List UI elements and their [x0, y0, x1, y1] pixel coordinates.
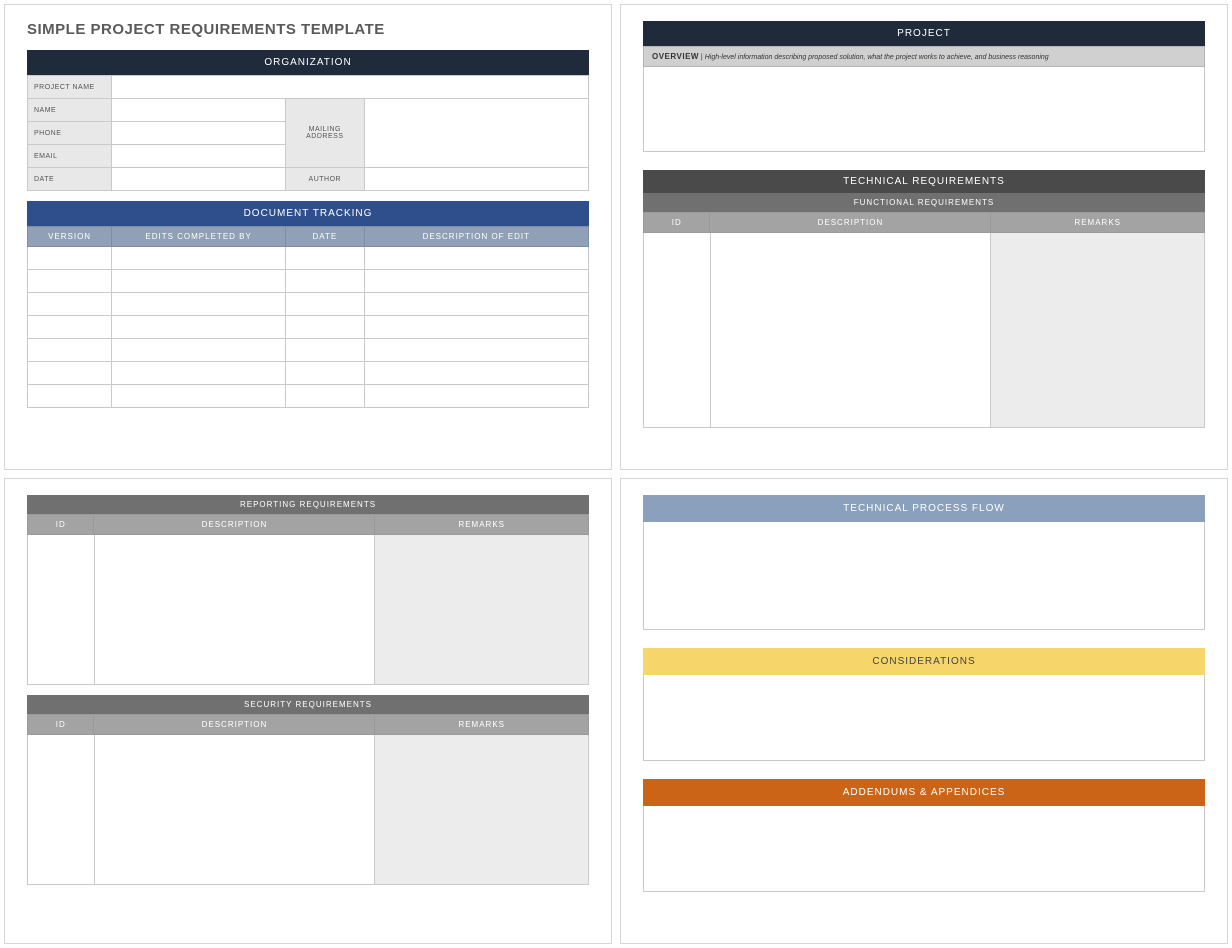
- panel-flow-considerations: TECHNICAL PROCESS FLOW CONSIDERATIONS AD…: [620, 478, 1228, 944]
- col-desc: DESCRIPTION: [94, 514, 375, 535]
- page-title: SIMPLE PROJECT REQUIREMENTS TEMPLATE: [27, 21, 589, 38]
- reporting-columns: ID DESCRIPTION REMARKS: [27, 514, 589, 535]
- tech-req-header: TECHNICAL REQUIREMENTS: [643, 170, 1205, 193]
- input-name[interactable]: [112, 99, 286, 122]
- considerations-body[interactable]: [643, 675, 1205, 761]
- label-mailing-address: MAILING ADDRESS: [286, 99, 365, 168]
- panel-project: PROJECT OVERVIEW | High-level informatio…: [620, 4, 1228, 470]
- input-author[interactable]: [364, 168, 588, 191]
- func-req-header: FUNCTIONAL REQUIREMENTS: [643, 193, 1205, 212]
- col-desc: DESCRIPTION: [710, 212, 991, 233]
- organization-header: ORGANIZATION: [27, 50, 589, 75]
- table-row[interactable]: [28, 316, 589, 339]
- addendums-body[interactable]: [643, 806, 1205, 892]
- addendums-header: ADDENDUMS & APPENDICES: [643, 779, 1205, 806]
- overview-label: OVERVIEW: [652, 52, 699, 61]
- security-body[interactable]: [27, 735, 589, 885]
- reporting-header: REPORTING REQUIREMENTS: [27, 495, 589, 514]
- table-row[interactable]: [28, 270, 589, 293]
- table-row[interactable]: [28, 247, 589, 270]
- flow-body[interactable]: [643, 522, 1205, 630]
- input-phone[interactable]: [112, 122, 286, 145]
- input-date[interactable]: [112, 168, 286, 191]
- flow-header: TECHNICAL PROCESS FLOW: [643, 495, 1205, 522]
- col-date: DATE: [286, 227, 365, 247]
- table-row[interactable]: [28, 385, 589, 408]
- col-edits-by: EDITS COMPLETED BY: [112, 227, 286, 247]
- label-date: DATE: [28, 168, 112, 191]
- panel-organization: SIMPLE PROJECT REQUIREMENTS TEMPLATE ORG…: [4, 4, 612, 470]
- req-columns: ID DESCRIPTION REMARKS: [643, 212, 1205, 233]
- input-mailing-address[interactable]: [364, 99, 588, 168]
- security-columns: ID DESCRIPTION REMARKS: [27, 714, 589, 735]
- reporting-body[interactable]: [27, 535, 589, 685]
- col-id: ID: [27, 514, 94, 535]
- panel-reporting-security: REPORTING REQUIREMENTS ID DESCRIPTION RE…: [4, 478, 612, 944]
- col-remarks: REMARKS: [375, 714, 589, 735]
- col-id: ID: [27, 714, 94, 735]
- col-desc: DESCRIPTION: [94, 714, 375, 735]
- label-author: AUTHOR: [286, 168, 365, 191]
- organization-table: PROJECT NAME NAME MAILING ADDRESS PHONE …: [27, 75, 589, 191]
- input-email[interactable]: [112, 145, 286, 168]
- project-header: PROJECT: [643, 21, 1205, 46]
- label-project-name: PROJECT NAME: [28, 76, 112, 99]
- table-row[interactable]: [28, 362, 589, 385]
- label-name: NAME: [28, 99, 112, 122]
- col-id: ID: [643, 212, 710, 233]
- overview-hint: High-level information describing propos…: [705, 54, 1049, 61]
- col-version: VERSION: [28, 227, 112, 247]
- tracking-table: VERSION EDITS COMPLETED BY DATE DESCRIPT…: [27, 226, 589, 408]
- col-desc: DESCRIPTION OF EDIT: [364, 227, 588, 247]
- overview-body[interactable]: [643, 67, 1205, 152]
- col-remarks: REMARKS: [375, 514, 589, 535]
- tracking-header: DOCUMENT TRACKING: [27, 201, 589, 226]
- label-phone: PHONE: [28, 122, 112, 145]
- input-project-name[interactable]: [112, 76, 589, 99]
- func-req-body[interactable]: [643, 233, 1205, 428]
- overview-bar: OVERVIEW | High-level information descri…: [643, 46, 1205, 67]
- label-email: EMAIL: [28, 145, 112, 168]
- security-header: SECURITY REQUIREMENTS: [27, 695, 589, 714]
- col-remarks: REMARKS: [991, 212, 1205, 233]
- table-row[interactable]: [28, 293, 589, 316]
- table-row[interactable]: [28, 339, 589, 362]
- considerations-header: CONSIDERATIONS: [643, 648, 1205, 675]
